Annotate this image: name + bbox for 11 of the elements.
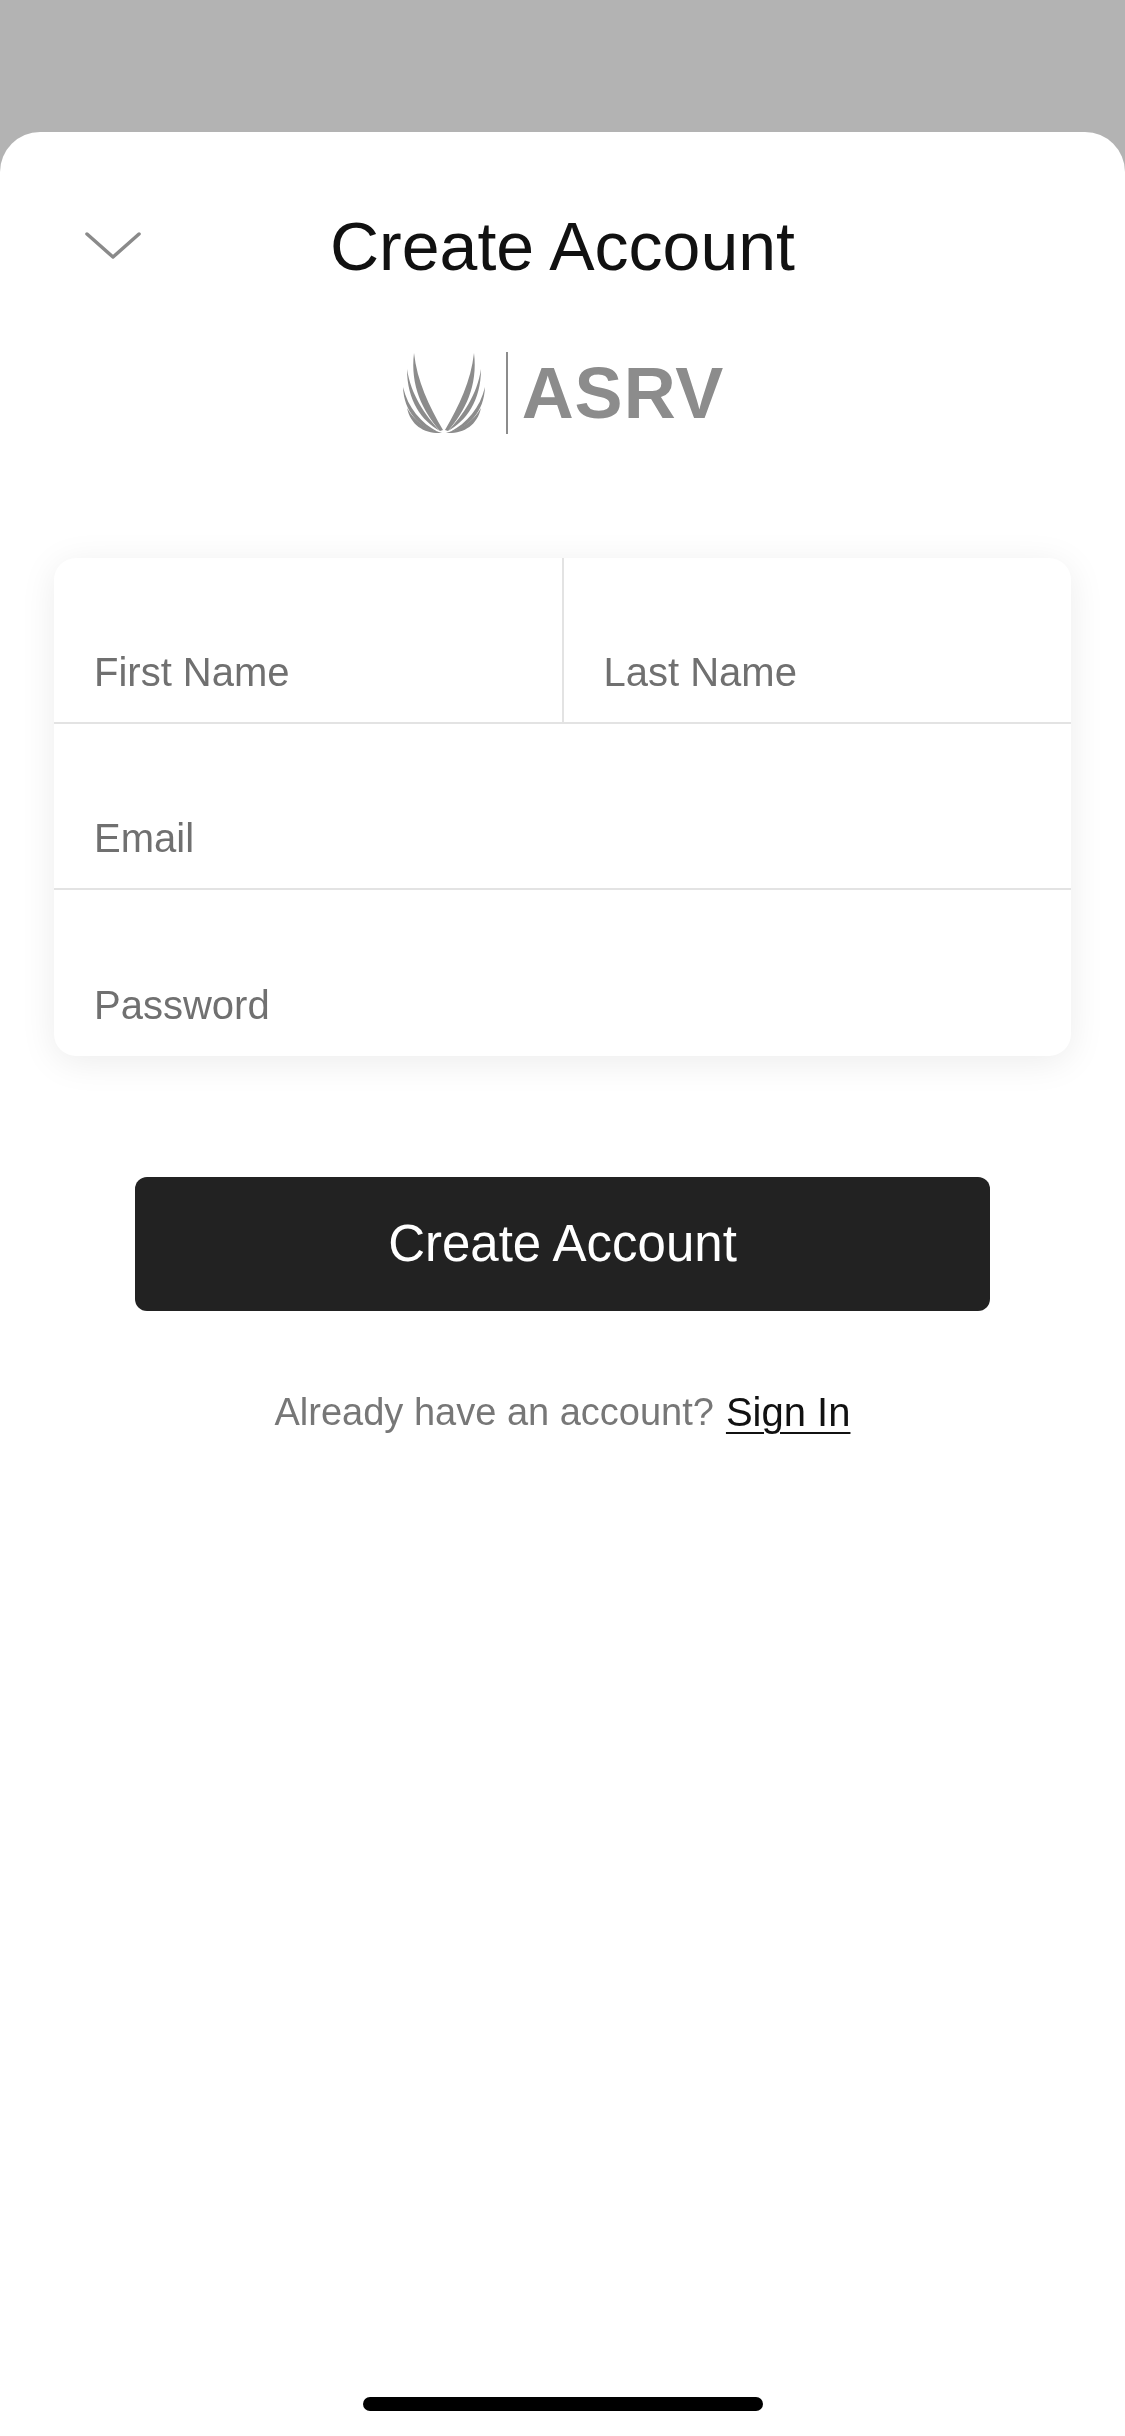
chevron-down-icon [85, 232, 141, 260]
account-prompt-text: Already have an account? [274, 1390, 714, 1435]
input-field[interactable]: First Name [54, 558, 564, 722]
sign-in-link[interactable]: Sign In [725, 1387, 851, 1437]
collapse-button[interactable] [85, 231, 141, 261]
create-account-button[interactable]: Create Account [135, 1177, 990, 1311]
input-field[interactable]: Last Name [563, 558, 1071, 722]
page-title: Create Account [330, 207, 795, 286]
input-field[interactable]: Email [54, 724, 1071, 888]
input-field[interactable]: Password [54, 890, 1071, 1056]
logo-wordmark: ASRV [521, 357, 725, 429]
